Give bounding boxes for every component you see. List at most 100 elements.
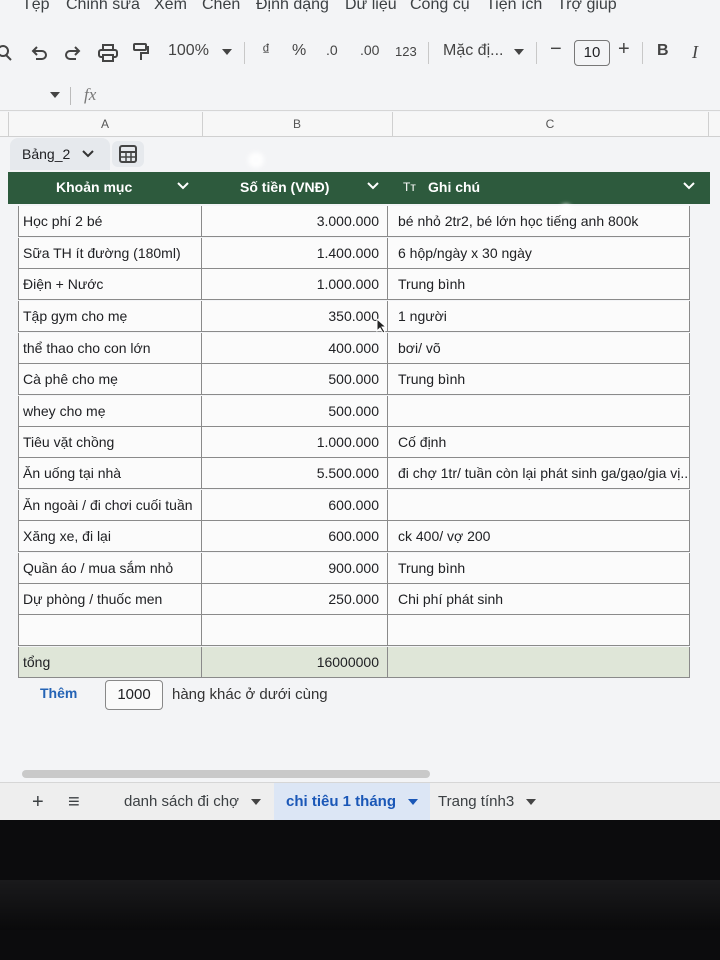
cell-so-tien[interactable] <box>202 615 388 646</box>
italic-button[interactable]: I <box>692 42 698 63</box>
menu-file[interactable]: Tệp <box>22 0 50 14</box>
column-header-a[interactable]: A <box>8 112 203 136</box>
menu-data[interactable]: Dữ liệu <box>345 0 397 14</box>
menu-format[interactable]: Định dạng <box>256 0 329 14</box>
menu-insert[interactable]: Chèn <box>202 0 240 14</box>
cell-khoan-muc[interactable]: whey cho mẹ <box>18 396 202 427</box>
chevron-down-icon[interactable] <box>682 179 696 193</box>
menu-view[interactable]: Xem <box>154 0 187 14</box>
cell-so-tien[interactable]: 600.000 <box>202 521 388 552</box>
cell-khoan-muc[interactable]: thể thao cho con lớn <box>18 333 202 364</box>
cell-khoan-muc[interactable]: Xăng xe, đi lại <box>18 521 202 552</box>
add-rows-label: hàng khác ở dưới cùng <box>172 686 328 703</box>
cell-ghi-chu[interactable]: 1 người <box>388 301 690 332</box>
header-khoan-muc[interactable]: Khoản mục <box>56 172 132 204</box>
more-formats-button[interactable]: 123 <box>395 44 417 59</box>
header-ghi-chu[interactable]: Ghi chú <box>428 172 480 204</box>
cell-so-tien[interactable]: 250.000 <box>202 584 388 615</box>
column-header-b[interactable]: B <box>202 112 393 136</box>
cell-ghi-chu[interactable]: Trung bình <box>388 269 690 300</box>
add-sheet-button[interactable]: + <box>32 783 44 820</box>
spreadsheet-screen: Tệp Chỉnh sửa Xem Chèn Định dạng Dữ liệu… <box>0 0 720 820</box>
cell-khoan-muc[interactable]: Sữa TH ít đường (180ml) <box>18 238 202 269</box>
cell-ghi-chu[interactable]: đi chợ 1tr/ tuần còn lại phát sinh ga/gạ… <box>388 458 690 489</box>
toolbar: 100% ₫ % .0 .00 123 Mặc đị... − + B I <box>0 36 720 70</box>
chevron-down-icon[interactable] <box>176 179 190 193</box>
menu-help[interactable]: Trợ giúp <box>557 0 617 14</box>
chevron-down-icon[interactable] <box>514 49 524 55</box>
horizontal-scrollbar[interactable] <box>22 770 430 778</box>
cell-khoan-muc[interactable]: Dự phòng / thuốc men <box>18 584 202 615</box>
cell-so-tien[interactable]: 3.000.000 <box>202 206 388 237</box>
cell-so-tien[interactable]: 350.000 <box>202 301 388 332</box>
undo-icon[interactable] <box>30 44 48 62</box>
cell-khoan-muc[interactable]: Điện + Nước <box>18 269 202 300</box>
cell-ghi-chu[interactable]: Trung bình <box>388 553 690 584</box>
currency-format-button[interactable]: ₫ <box>262 42 270 60</box>
cell-ghi-chu[interactable]: ck 400/ vợ 200 <box>388 521 690 552</box>
cell-so-tien[interactable]: 400.000 <box>202 333 388 364</box>
zoom-select[interactable]: 100% <box>168 42 209 60</box>
chevron-down-icon[interactable] <box>366 179 380 193</box>
cell-ghi-chu[interactable] <box>388 396 690 427</box>
cell-so-tien[interactable]: 1.400.000 <box>202 238 388 269</box>
cell-ghi-chu[interactable] <box>388 647 690 678</box>
all-sheets-button[interactable]: ≡ <box>68 783 80 820</box>
menu-tools[interactable]: Công cụ <box>410 0 470 14</box>
cell-so-tien[interactable]: 16000000 <box>202 647 388 678</box>
sheet-tab-danh-sach-di-cho[interactable]: danh sách đi chợ <box>114 783 271 820</box>
add-rows-button[interactable]: Thêm <box>40 685 77 701</box>
cell-khoan-muc[interactable]: tổng <box>18 647 202 678</box>
print-icon[interactable] <box>98 44 118 62</box>
cell-ghi-chu[interactable]: Cố định <box>388 427 690 458</box>
cell-ghi-chu[interactable]: Chi phí phát sinh <box>388 584 690 615</box>
cell-ghi-chu[interactable]: Trung bình <box>388 364 690 395</box>
font-size-increase-button[interactable]: + <box>618 38 630 61</box>
chevron-down-icon[interactable] <box>50 92 60 98</box>
header-so-tien[interactable]: Số tiền (VNĐ) <box>240 172 329 204</box>
increase-decimal-button[interactable]: .00 <box>360 42 379 58</box>
chevron-down-icon[interactable] <box>222 49 232 55</box>
cell-khoan-muc[interactable]: Tiêu vặt chồng <box>18 427 202 458</box>
add-rows-count-input[interactable]: 1000 <box>105 680 163 710</box>
cell-khoan-muc[interactable]: Học phí 2 bé <box>18 206 202 237</box>
sheet-tab-trang-tinh3[interactable]: Trang tính3 <box>430 783 544 820</box>
column-header-c[interactable]: C <box>392 112 709 136</box>
chevron-down-icon[interactable] <box>408 799 419 806</box>
cell-khoan-muc[interactable]: Ăn ngoài / đi chơi cuối tuần <box>18 490 202 521</box>
menu-edit[interactable]: Chỉnh sửa <box>66 0 140 14</box>
cell-so-tien[interactable]: 1.000.000 <box>202 427 388 458</box>
cell-so-tien[interactable]: 5.500.000 <box>202 458 388 489</box>
cell-khoan-muc[interactable] <box>18 615 202 646</box>
chevron-down-icon[interactable] <box>82 150 94 158</box>
bold-button[interactable]: B <box>657 42 669 60</box>
chevron-down-icon[interactable] <box>526 799 537 806</box>
cell-so-tien[interactable]: 1.000.000 <box>202 269 388 300</box>
table-settings-icon[interactable] <box>112 141 144 167</box>
cell-khoan-muc[interactable]: Tập gym cho mẹ <box>18 301 202 332</box>
cell-so-tien[interactable]: 500.000 <box>202 364 388 395</box>
chevron-down-icon[interactable] <box>251 799 262 806</box>
cell-ghi-chu[interactable] <box>388 490 690 521</box>
decrease-decimal-button[interactable]: .0 <box>326 42 338 58</box>
search-icon[interactable] <box>0 44 14 62</box>
sheet-tab-chi-tieu-1-thang[interactable]: chi tiêu 1 tháng <box>274 783 431 820</box>
cell-so-tien[interactable]: 500.000 <box>202 396 388 427</box>
cell-ghi-chu[interactable]: bơi/ võ <box>388 333 690 364</box>
font-size-input[interactable]: 10 <box>574 40 610 66</box>
cell-khoan-muc[interactable]: Cà phê cho mẹ <box>18 364 202 395</box>
menu-extensions[interactable]: Tiện ích <box>486 0 542 14</box>
cell-khoan-muc[interactable]: Ăn uống tại nhà <box>18 458 202 489</box>
table-name-chip[interactable]: Bảng_2 <box>10 138 110 170</box>
paint-format-icon[interactable] <box>132 42 150 64</box>
percent-format-button[interactable]: % <box>292 42 306 60</box>
cell-ghi-chu[interactable] <box>388 615 690 646</box>
redo-icon[interactable] <box>64 44 82 62</box>
cell-so-tien[interactable]: 900.000 <box>202 553 388 584</box>
cell-ghi-chu[interactable]: 6 hộp/ngày x 30 ngày <box>388 238 690 269</box>
font-size-decrease-button[interactable]: − <box>550 38 562 61</box>
cell-ghi-chu[interactable]: bé nhỏ 2tr2, bé lớn học tiếng anh 800k <box>388 206 690 237</box>
font-select[interactable]: Mặc đị... <box>443 42 503 60</box>
cell-khoan-muc[interactable]: Quần áo / mua sắm nhỏ <box>18 553 202 584</box>
cell-so-tien[interactable]: 600.000 <box>202 490 388 521</box>
